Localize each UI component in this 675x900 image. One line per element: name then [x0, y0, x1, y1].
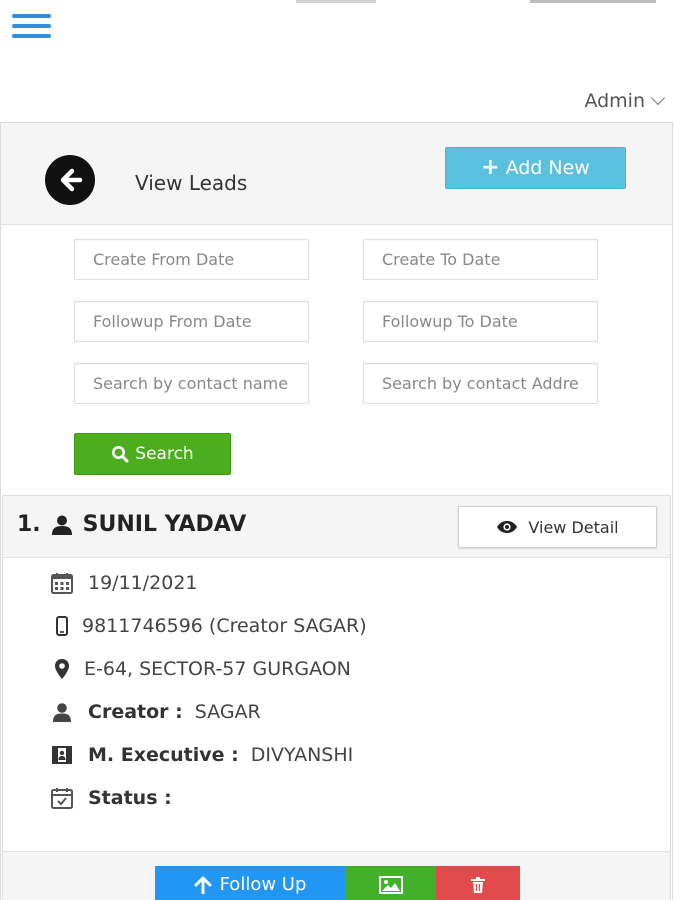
lead-status-row: Status :: [48, 787, 184, 809]
create-to-date-input[interactable]: [363, 239, 598, 280]
calendar-check-icon: [48, 787, 76, 809]
lead-date: 19/11/2021: [88, 572, 198, 594]
follow-up-button[interactable]: Follow Up: [155, 866, 345, 900]
executive-label: M. Executive :: [88, 744, 239, 766]
creator-value: SAGAR: [194, 701, 261, 723]
calendar-icon: [48, 572, 76, 594]
id-badge-icon: [48, 744, 76, 766]
admin-label: Admin: [584, 90, 645, 112]
view-detail-label: View Detail: [528, 517, 619, 537]
map-marker-icon: [48, 658, 76, 680]
follow-up-label: Follow Up: [219, 874, 307, 895]
view-leads-panel: View Leads + Add New Search 1. SUNIL YAD…: [0, 122, 673, 900]
hamburger-menu-icon[interactable]: [12, 14, 52, 40]
user-icon: [48, 701, 76, 723]
eye-icon: [497, 521, 518, 533]
creator-label: Creator :: [88, 701, 183, 723]
trash-icon: [471, 876, 485, 893]
lead-address-row: E-64, SECTOR-57 GURGAON: [48, 658, 351, 680]
top-bar: Admin: [0, 0, 675, 122]
image-icon: [378, 875, 403, 894]
search-contact-address-input[interactable]: [363, 363, 598, 404]
status-bar-fragment: [530, 0, 656, 3]
chevron-down-icon: [650, 90, 666, 106]
lead-creator-row: Creator : SAGAR: [48, 701, 261, 723]
arrow-up-icon: [194, 876, 212, 894]
back-arrow-icon[interactable]: [45, 155, 95, 205]
lead-phone: 9811746596 (Creator SAGAR): [82, 615, 367, 637]
search-button-label: Search: [135, 444, 194, 464]
delete-button[interactable]: [436, 866, 520, 900]
lead-card-actions: Follow Up: [3, 851, 670, 900]
page-title: View Leads: [135, 171, 248, 195]
search-button[interactable]: Search: [74, 433, 231, 475]
search-contact-name-input[interactable]: [74, 363, 309, 404]
status-label: Status :: [88, 787, 172, 809]
lead-date-row: 19/11/2021: [48, 572, 198, 594]
mobile-phone-icon: [48, 615, 76, 637]
status-bar-fragment: [296, 0, 376, 3]
admin-user-menu[interactable]: Admin: [584, 90, 666, 112]
plus-icon: +: [481, 155, 500, 180]
followup-to-date-input[interactable]: [363, 301, 598, 342]
lead-phone-row: 9811746596 (Creator SAGAR): [48, 615, 367, 637]
search-icon: [112, 446, 129, 463]
lead-card-header: 1. SUNIL YADAV View Detail: [3, 496, 670, 558]
lead-executive-row: M. Executive : DIVYANSHI: [48, 744, 353, 766]
lead-address: E-64, SECTOR-57 GURGAON: [84, 658, 351, 680]
view-detail-button[interactable]: View Detail: [458, 506, 657, 548]
lead-card: 1. SUNIL YADAV View Detail 19/11/2021 98…: [2, 495, 671, 900]
create-from-date-input[interactable]: [74, 239, 309, 280]
executive-value: DIVYANSHI: [250, 744, 354, 766]
panel-header: View Leads + Add New: [1, 123, 672, 225]
add-new-label: Add New: [505, 157, 590, 179]
add-new-button[interactable]: + Add New: [445, 147, 626, 189]
lead-title: 1. SUNIL YADAV: [17, 512, 246, 537]
user-icon: [51, 515, 72, 535]
image-button[interactable]: [345, 866, 436, 900]
lead-index: 1.: [17, 512, 41, 537]
followup-from-date-input[interactable]: [74, 301, 309, 342]
lead-name: SUNIL YADAV: [82, 512, 247, 537]
